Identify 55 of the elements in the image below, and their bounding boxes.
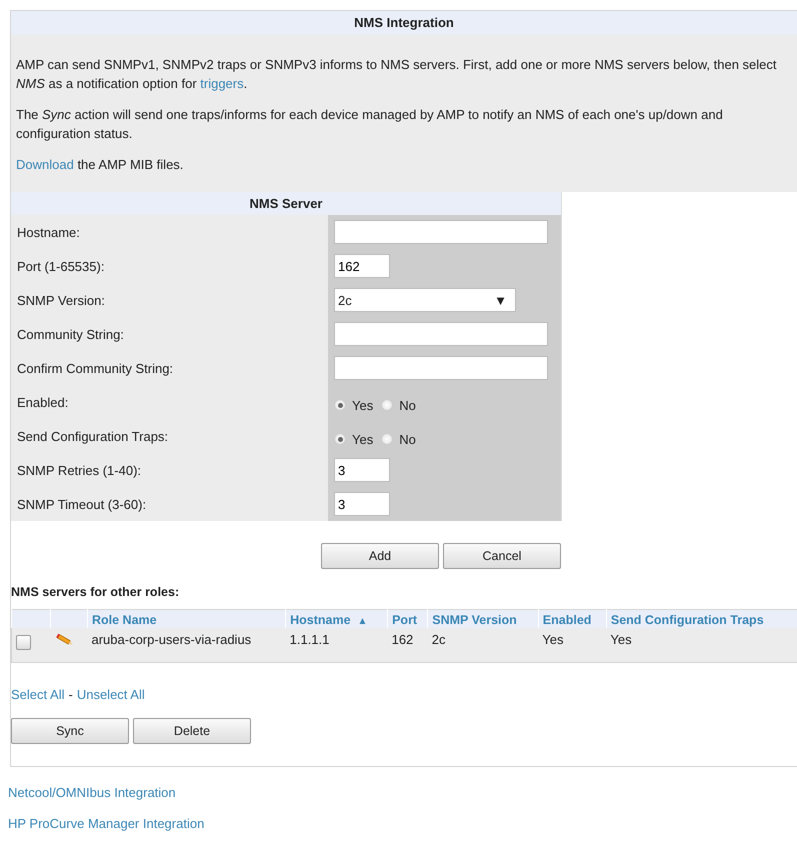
radio-button[interactable] [381, 399, 394, 411]
column-header[interactable]: Hostname ▲ [286, 610, 388, 628]
column-header[interactable]: SNMP Version [428, 610, 538, 628]
pencil-icon[interactable] [54, 633, 74, 647]
section-heading: NMS servers for other roles: [11, 585, 180, 599]
table-cell: 162 [392, 632, 414, 647]
radio-label: Yes [352, 432, 374, 446]
table-cell: aruba-corp-users-via-radius [92, 632, 252, 647]
field-label: SNMP Timeout (3-60): [17, 496, 146, 512]
field-label: SNMP Version: [17, 292, 105, 308]
radio-label: No [399, 398, 416, 412]
table-cell: 1.1.1.1 [290, 632, 330, 647]
integration-link[interactable]: HP ProCurve Manager Integration [8, 816, 204, 831]
radio-button[interactable] [334, 433, 346, 445]
field-label: Community String: [17, 326, 124, 342]
row-checkbox[interactable] [16, 635, 31, 650]
radio-label: No [399, 432, 416, 446]
form-button[interactable]: Cancel [443, 543, 561, 569]
link[interactable]: triggers [200, 76, 244, 91]
column-header[interactable]: Send Configuration Traps [606, 610, 797, 628]
text-field[interactable]: 3 [334, 492, 390, 516]
text-field[interactable] [334, 322, 548, 346]
text-field[interactable]: 3 [334, 458, 390, 482]
separator: - [68, 687, 73, 702]
field-label: SNMP Retries (1-40): [17, 462, 142, 478]
field-label: Hostname: [17, 224, 80, 240]
column-header[interactable]: Port [388, 610, 428, 628]
panel-title: NMS Integration [11, 11, 797, 35]
paragraph: AMP can send SNMPv1, SNMPv2 traps or SNMPv3 informs to NMS servers. First, add one or more NMS servers below, then select NMS as a notification option for triggers. [16, 56, 778, 93]
table-cell: 2c [432, 632, 446, 647]
link[interactable]: Download [16, 157, 74, 172]
unselect-all-link[interactable]: Unselect All [76, 687, 145, 702]
radio-button[interactable] [381, 433, 394, 445]
field-label: Confirm Community String: [17, 360, 174, 376]
paragraph: The Sync action will send one traps/informs for each device managed by AMP to notify an NMS of each one's up/down and configuration status. [16, 106, 724, 143]
text-field[interactable] [334, 356, 548, 380]
radio-button[interactable] [334, 399, 346, 411]
field-label: Port (1-65535): [17, 258, 104, 274]
text-field[interactable] [334, 220, 548, 244]
field-label: Send Configuration Traps: [17, 428, 168, 444]
select-all-link[interactable]: Select All [11, 687, 64, 702]
form-button[interactable]: Add [321, 543, 439, 569]
table-action-button[interactable]: Sync [11, 718, 129, 744]
column-header[interactable]: Enabled [538, 610, 606, 628]
text-field[interactable]: 162 [334, 254, 390, 278]
version-dropdown[interactable]: 2c ▼ [334, 288, 516, 312]
column-header[interactable]: Role Name [88, 610, 286, 628]
paragraph: Download the AMP MIB files. [16, 156, 184, 174]
integration-link[interactable]: Netcool/OMNIbus Integration [8, 785, 176, 800]
table-cell: Yes [542, 632, 564, 647]
form-title: NMS Server [11, 192, 561, 215]
table-action-button[interactable]: Delete [133, 718, 251, 744]
table-cell: Yes [610, 632, 632, 647]
radio-label: Yes [352, 398, 374, 412]
field-label: Enabled: [17, 394, 68, 410]
